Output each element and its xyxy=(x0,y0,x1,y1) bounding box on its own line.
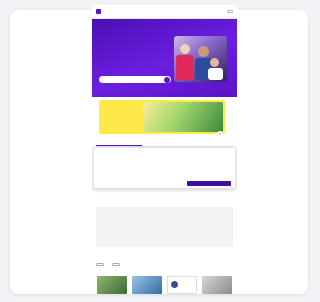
person-figure xyxy=(176,55,194,80)
feature-item xyxy=(132,191,162,199)
webpage-preview: × › xyxy=(92,5,237,294)
person-head xyxy=(180,44,190,54)
filter-pills xyxy=(96,263,120,266)
nav-links xyxy=(209,10,233,13)
banner-image xyxy=(143,102,223,132)
chevron-right-icon[interactable]: › xyxy=(234,275,235,277)
tab[interactable] xyxy=(187,139,233,146)
hero-section xyxy=(92,19,237,97)
nav-cta-button[interactable] xyxy=(227,10,233,13)
thumbnail-row xyxy=(97,276,232,294)
tab[interactable] xyxy=(96,139,142,146)
search-input[interactable] xyxy=(99,76,171,83)
feature-list xyxy=(96,191,233,199)
person-head xyxy=(198,46,209,57)
feature-item xyxy=(96,191,126,199)
thumbnail[interactable] xyxy=(97,276,127,294)
person-head xyxy=(210,58,219,67)
site-logo[interactable] xyxy=(96,9,103,14)
promo-banner[interactable] xyxy=(99,100,225,134)
cookie-consent-panel xyxy=(93,147,236,189)
logo-mark-icon xyxy=(96,9,101,14)
filter-pill[interactable] xyxy=(112,263,120,266)
accept-cookies-button[interactable] xyxy=(187,181,231,186)
hero-image xyxy=(174,36,227,82)
thumbnail[interactable] xyxy=(167,276,197,294)
person-figure xyxy=(208,68,223,80)
content-tabs xyxy=(96,139,233,147)
content-placeholder xyxy=(96,207,233,247)
thumbnail[interactable] xyxy=(202,276,232,294)
filter-pill[interactable] xyxy=(96,263,104,266)
site-header xyxy=(92,5,237,19)
feature-item xyxy=(203,191,233,199)
feature-item xyxy=(167,191,197,199)
search-button[interactable] xyxy=(164,76,170,83)
close-icon[interactable]: × xyxy=(217,131,223,137)
tab[interactable] xyxy=(142,139,188,146)
thumbnail[interactable] xyxy=(132,276,162,294)
